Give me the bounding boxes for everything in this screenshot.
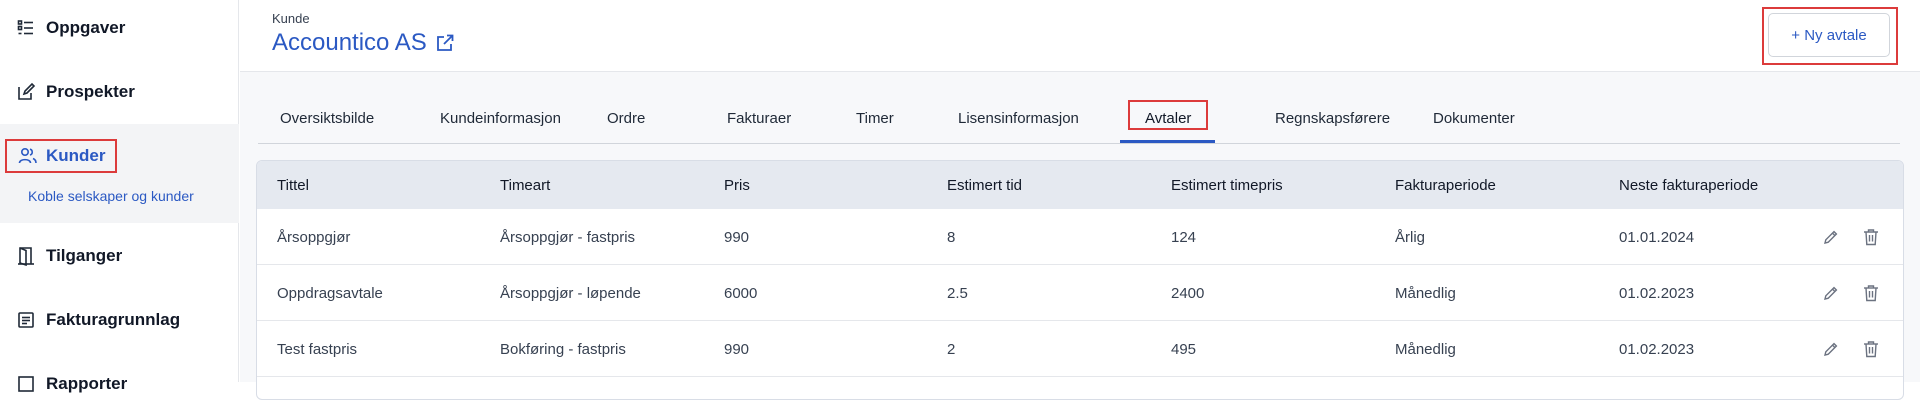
cell-title: Årsoppgjør <box>277 228 351 246</box>
sidebar-item-kunder[interactable]: Kunder <box>5 139 117 173</box>
cell-price: 990 <box>724 228 750 246</box>
cell-invoice-period: Årlig <box>1395 228 1426 246</box>
users-icon <box>18 146 38 166</box>
tab-kundeinformasjon[interactable]: Kundeinformasjon <box>440 92 561 144</box>
sidebar-item-prospekter[interactable]: Prospekter <box>0 72 239 112</box>
company-title-link[interactable]: Accountico AS <box>272 29 455 57</box>
cell-price: 990 <box>724 340 750 358</box>
cell-estimated-time: 8 <box>947 228 956 246</box>
tab-oversiktsbilde[interactable]: Oversiktsbilde <box>280 92 374 144</box>
column-header: Timeart <box>500 176 551 194</box>
tab-timer[interactable]: Timer <box>856 92 894 144</box>
edit-pencil-icon[interactable] <box>1821 283 1841 303</box>
cell-next-invoice-period: 01.02.2023 <box>1619 284 1695 302</box>
cell-estimated-rate: 2400 <box>1171 284 1205 302</box>
tab-fakturaer[interactable]: Fakturaer <box>727 92 791 144</box>
table-row[interactable]: Test fastpris Bokføring - fastpris 990 2… <box>257 321 1903 377</box>
cell-estimated-rate: 124 <box>1171 228 1197 246</box>
sidebar-item-label: Fakturagrunnlag <box>46 310 181 329</box>
tab-bar: Oversiktsbilde Kundeinformasjon Ordre Fa… <box>258 92 1900 144</box>
report-icon <box>16 374 36 394</box>
cell-estimated-time: 2 <box>947 340 956 358</box>
row-actions <box>1821 321 1881 377</box>
cell-estimated-rate: 495 <box>1171 340 1197 358</box>
cell-time-type: Bokføring - fastpris <box>500 340 626 358</box>
edit-pencil-icon[interactable] <box>1821 339 1841 359</box>
column-header: Estimert timepris <box>1171 176 1283 194</box>
column-header: Fakturaperiode <box>1395 176 1496 194</box>
table-row[interactable]: Årsoppgjør Årsoppgjør - fastpris 990 8 1… <box>257 209 1903 265</box>
cell-invoice-period: Månedlig <box>1395 340 1456 358</box>
invoice-icon <box>16 310 36 330</box>
row-actions <box>1821 209 1881 265</box>
column-header: Neste fakturaperiode <box>1619 176 1759 194</box>
delete-trash-icon[interactable] <box>1861 283 1881 303</box>
page-header: Kunde Accountico AS + Ny avtale <box>240 0 1920 72</box>
new-agreement-button[interactable]: + Ny avtale <box>1768 13 1890 57</box>
sidebar: Oppgaver Prospekter Kunder Koble selskap… <box>0 0 239 393</box>
column-header: Pris <box>724 176 750 194</box>
sidebar-item-label: Rapporter <box>46 374 128 393</box>
cell-time-type: Årsoppgjør - fastpris <box>500 228 636 246</box>
tab-lisensinformasjon[interactable]: Lisensinformasjon <box>958 92 1079 144</box>
section-label: Kunde <box>272 11 310 26</box>
tab-dokumenter[interactable]: Dokumenter <box>1433 92 1515 144</box>
column-header: Tittel <box>277 176 309 194</box>
edit-pencil-icon[interactable] <box>1821 227 1841 247</box>
sidebar-subitem-koble[interactable]: Koble selskaper og kunder <box>28 188 194 204</box>
sidebar-item-label: Kunder <box>46 146 106 165</box>
column-header: Estimert tid <box>947 176 1023 194</box>
sidebar-item-oppgaver[interactable]: Oppgaver <box>0 8 239 48</box>
door-icon <box>16 246 36 266</box>
cell-time-type: Årsoppgjør - løpende <box>500 284 641 302</box>
tab-regnskapsforere[interactable]: Regnskapsførere <box>1275 92 1390 144</box>
tab-ordre[interactable]: Ordre <box>607 92 645 144</box>
table-header: Tittel Timeart Pris Estimert tid Estimer… <box>257 161 1903 209</box>
edit-document-icon <box>16 82 36 102</box>
row-actions <box>1821 265 1881 321</box>
task-list-icon <box>16 18 36 38</box>
sidebar-item-rapporter[interactable]: Rapporter <box>0 364 239 404</box>
active-tab-underline <box>1120 140 1215 143</box>
cell-next-invoice-period: 01.01.2024 <box>1619 228 1695 246</box>
external-link-icon <box>435 33 455 53</box>
sidebar-item-label: Prospekter <box>46 82 135 101</box>
cell-price: 6000 <box>724 284 758 302</box>
cell-next-invoice-period: 01.02.2023 <box>1619 340 1695 358</box>
cell-title: Test fastpris <box>277 340 358 358</box>
delete-trash-icon[interactable] <box>1861 339 1881 359</box>
cell-title: Oppdragsavtale <box>277 284 383 302</box>
agreements-table: Tittel Timeart Pris Estimert tid Estimer… <box>256 160 1904 400</box>
cell-invoice-period: Månedlig <box>1395 284 1456 302</box>
sidebar-item-label: Tilganger <box>46 246 123 265</box>
table-row[interactable]: Oppdragsavtale Årsoppgjør - løpende 6000… <box>257 265 1903 321</box>
active-tab-highlight <box>1128 100 1208 130</box>
company-name: Accountico AS <box>272 29 427 56</box>
sidebar-item-fakturagrunnlag[interactable]: Fakturagrunnlag <box>0 300 239 340</box>
sidebar-item-tilganger[interactable]: Tilganger <box>0 236 239 276</box>
delete-trash-icon[interactable] <box>1861 227 1881 247</box>
sidebar-item-label: Oppgaver <box>46 18 126 37</box>
cell-estimated-time: 2.5 <box>947 284 968 302</box>
